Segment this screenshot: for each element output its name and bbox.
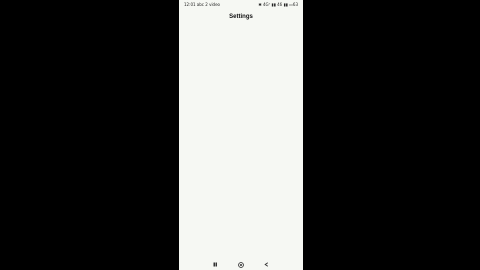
status-time: 12:01 abc 2 video: [184, 2, 221, 7]
page-title: Settings: [229, 14, 253, 20]
back-button[interactable]: [262, 261, 270, 269]
phone-screen: 12:01 abc 2 video ✱ 4Gᵀ ▮▮ 46 ▮▮ ▭63 Set…: [179, 0, 303, 270]
header: Settings: [179, 11, 303, 23]
home-button[interactable]: [237, 261, 245, 269]
recent-apps-button[interactable]: [212, 261, 220, 269]
settings-content: [179, 24, 303, 258]
status-bar: 12:01 abc 2 video ✱ 4Gᵀ ▮▮ 46 ▮▮ ▭63: [179, 0, 303, 9]
navigation-bar: [179, 259, 303, 270]
recent-apps-icon: [213, 262, 218, 267]
back-icon: [264, 262, 269, 267]
status-indicators: ✱ 4Gᵀ ▮▮ 46 ▮▮ ▭63: [258, 2, 298, 7]
home-icon: [238, 261, 244, 268]
